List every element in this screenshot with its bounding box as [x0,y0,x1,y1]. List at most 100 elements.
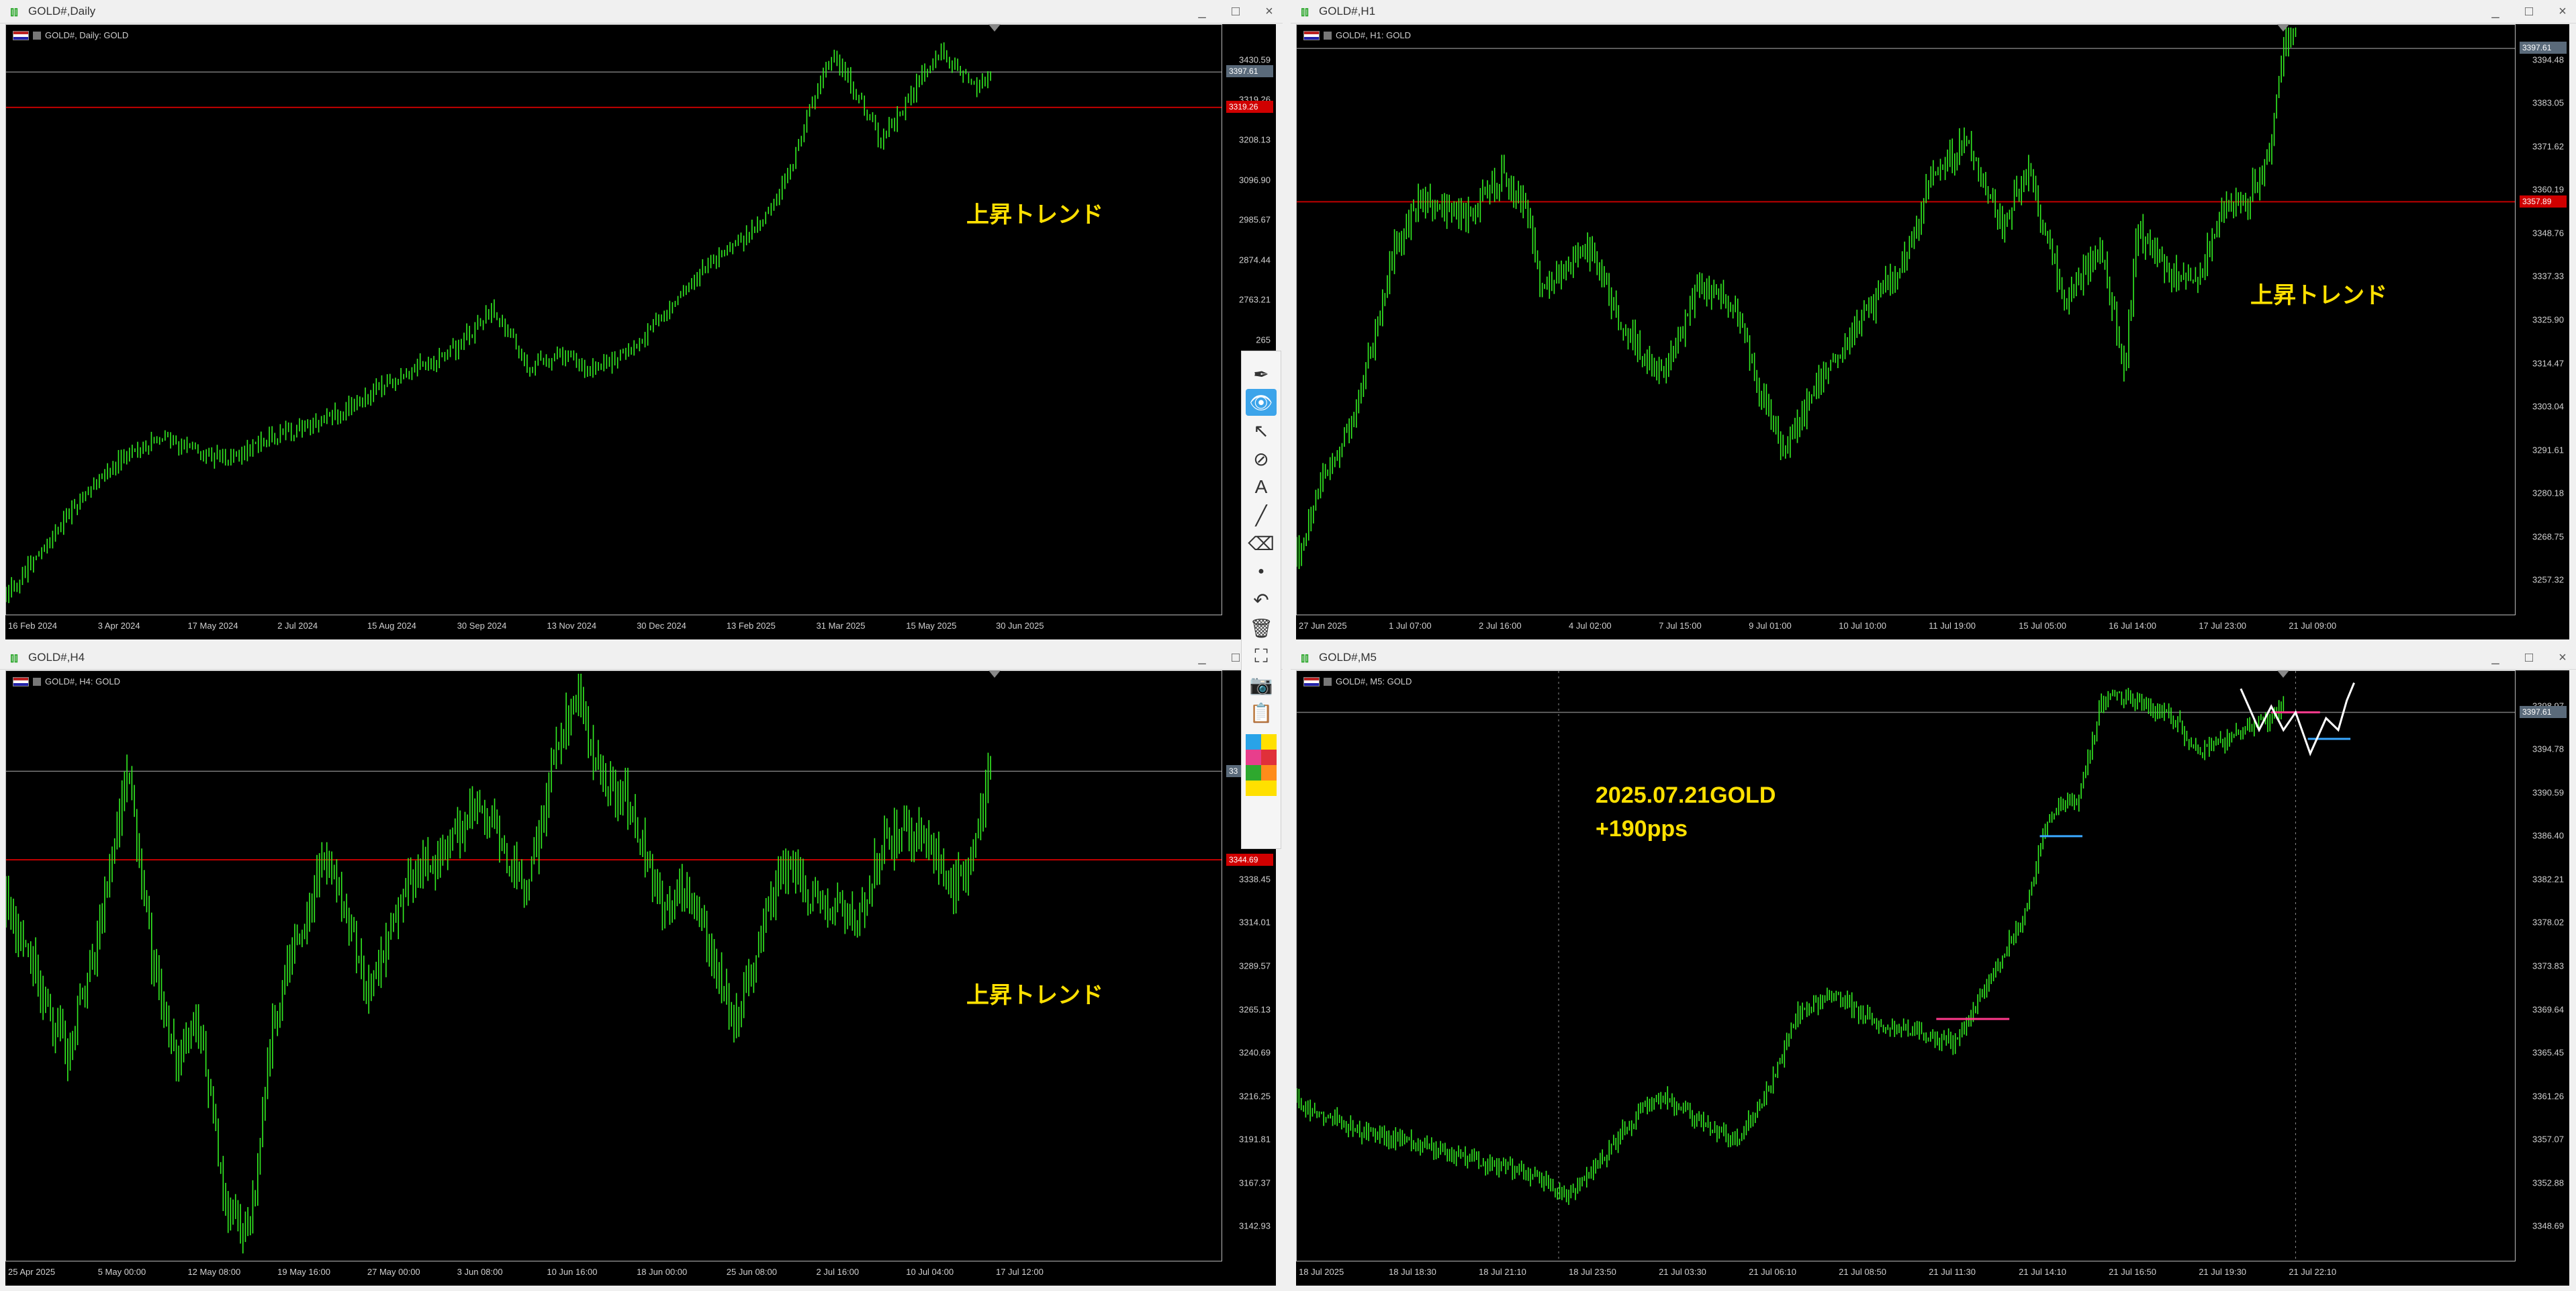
time-scale[interactable]: 18 Jul 2025 18 Jul 18:30 18 Jul 21:10 18 Ju… [1296,1261,2516,1286]
eye-icon[interactable]: 👁 [1246,389,1277,416]
chart-window-title: GOLD#,M5 [1319,651,1377,664]
time-tick-label: 4 Jul 02:00 [1569,621,1612,631]
price-plot[interactable]: GOLD#, M5: GOLD 2025.07.21GOLD +190pps [1296,670,2516,1261]
minimize-icon[interactable]: _ [2489,650,2502,666]
level-price-tag: 3319.26 [1226,101,1273,114]
undo-icon[interactable]: ↶ [1246,586,1277,613]
minimize-icon[interactable]: _ [1195,650,1209,666]
chart-shift-icon[interactable] [2277,670,2289,678]
time-tick-label: 15 May 2025 [906,621,957,631]
close-icon[interactable]: × [2556,650,2569,666]
candlestick-series [1297,28,2515,570]
text-tool-icon[interactable]: A [1246,474,1277,500]
trend-annotation[interactable]: 上昇トレンド [966,196,1103,229]
trade-annotation[interactable]: 2025.07.21GOLD +190pps [1596,778,1776,846]
time-tick-label: 17 Jul 23:00 [2199,621,2247,631]
time-tick-label: 27 Jun 2025 [1299,621,1347,631]
color-swatch[interactable] [1261,750,1277,765]
line-tool-icon[interactable]: ╱ [1246,502,1277,529]
color-swatch[interactable] [1246,734,1261,750]
color-swatch[interactable] [1246,765,1261,781]
minimize-icon[interactable]: _ [2489,4,2502,19]
no-draw-icon[interactable]: ⊘ [1246,445,1277,472]
chart-window-titlebar[interactable]: ⫾⫾ GOLD#,Daily _ □ × [0,0,1283,24]
maximize-icon[interactable]: □ [1229,4,1242,19]
maximize-icon[interactable]: □ [1229,650,1242,666]
time-tick-label: 21 Jul 11:30 [1929,1267,1976,1277]
price-scale[interactable]: 3394.48 3383.05 3371.62 3360.19 3348.76 3337.… [2516,24,2569,615]
price-tick-label: 3303.04 [2532,401,2564,412]
chart-shift-icon[interactable] [988,24,1001,32]
maximize-icon[interactable]: □ [2522,4,2536,19]
chart-symbol-label: GOLD#, Daily: GOLD [13,30,128,40]
chart-window-titlebar[interactable]: ⫾⫾ GOLD#,M5 _ □ × [1291,646,2576,670]
trash-icon[interactable]: 🗑 [1246,615,1277,641]
dot-icon[interactable]: ● [1246,558,1277,585]
price-tick-label: 3386.40 [2532,830,2564,841]
price-tick-label: 2985.67 [1239,214,1271,225]
price-tick-label: 3142.93 [1239,1220,1271,1231]
color-swatch[interactable] [1261,765,1277,781]
pen-icon[interactable]: ✒ [1246,361,1277,388]
price-tick-label: 3289.57 [1239,961,1271,971]
basket-icon[interactable]: ⛶ [1246,643,1277,670]
chart-window-h1[interactable]: ⫾⫾ GOLD#,H1 _ □ × GOLD#, H1: GOLD 上昇トレンド… [1291,0,2576,645]
one-click-trading-icon[interactable] [33,677,41,686]
time-tick-label: 15 Aug 2024 [367,621,416,631]
chart-window-titlebar[interactable]: ⫾⫾ GOLD#,H1 _ □ × [1291,0,2576,24]
price-tick-label: 3361.26 [2532,1091,2564,1102]
one-click-trading-icon[interactable] [1324,31,1332,40]
price-plot[interactable]: GOLD#, H4: GOLD 上昇トレンド [5,670,1222,1261]
close-icon[interactable]: × [2556,4,2569,19]
flag-icon [1303,676,1320,686]
chart-area[interactable]: GOLD#, M5: GOLD 2025.07.21GOLD +190pps 3… [1296,670,2569,1286]
close-icon[interactable]: × [1262,4,1276,19]
eraser-icon[interactable]: ⌫ [1246,530,1277,557]
color-swatch[interactable] [1261,734,1277,750]
price-plot[interactable]: GOLD#, H1: GOLD 上昇トレンド [1296,24,2516,615]
drawing-toolbar[interactable]: ✒ 👁 ↖ ⊘ A ╱ ⌫ ● ↶ 🗑 ⛶ 📷 📋 [1241,351,1281,849]
chart-area[interactable]: GOLD#, H1: GOLD 上昇トレンド 3394.48 3383.05 337… [1296,24,2569,639]
chart-shift-icon[interactable] [988,670,1001,678]
arrow-cursor-icon[interactable]: ↖ [1246,417,1277,444]
chart-window-titlebar[interactable]: ⫾⫾ GOLD#,H4 _ □ × [0,646,1283,670]
color-swatch[interactable] [1246,750,1261,765]
price-tick-label: 3314.47 [2532,358,2564,369]
one-click-trading-icon[interactable] [33,31,41,40]
price-tick-label: 265 [1256,335,1271,345]
color-swatch[interactable] [1246,781,1261,796]
price-tick-label: 3291.61 [2532,445,2564,455]
price-tick-label: 3338.45 [1239,874,1271,885]
minimize-icon[interactable]: _ [1195,4,1209,19]
chart-window-m5[interactable]: ⫾⫾ GOLD#,M5 _ □ × GOLD#, M5: GOLD 2025.0… [1291,646,2576,1291]
camera-icon[interactable]: 📷 [1246,671,1277,698]
clipboard-icon[interactable]: 📋 [1246,699,1277,726]
time-tick-label: 11 Jul 19:00 [1929,621,1976,631]
price-tick-label: 3365.45 [2532,1047,2564,1058]
chart-window-h4[interactable]: ⫾⫾ GOLD#,H4 _ □ × GOLD#, H4: GOLD 上昇トレンド… [0,646,1283,1291]
trend-annotation[interactable]: 上昇トレンド [2250,277,2387,310]
chart-window-daily[interactable]: ⫾⫾ GOLD#,Daily _ □ × GOLD#, Daily: GOLD … [0,0,1283,645]
bid-price-tag: 3397.61 [2520,42,2567,54]
time-tick-label: 18 Jul 18:30 [1389,1267,1436,1277]
time-scale[interactable]: 27 Jun 2025 1 Jul 07:00 2 Jul 16:00 4 Jul 0… [1296,615,2516,639]
price-scale[interactable]: 3398.973394.783390.593386.403382.213378.… [2516,670,2569,1261]
chart-symbol-label: GOLD#, M5: GOLD [1303,676,1412,686]
symbol-label-text: GOLD#, M5: GOLD [1336,676,1412,686]
color-swatch[interactable] [1261,781,1277,796]
time-scale[interactable]: 25 Apr 2025 5 May 00:00 12 May 08:00 19 May… [5,1261,1222,1286]
price-plot[interactable]: GOLD#, Daily: GOLD 上昇トレンド [5,24,1222,615]
flag-icon [13,30,29,40]
one-click-trading-icon[interactable] [1324,677,1332,686]
time-tick-label: 18 Jul 2025 [1299,1267,1344,1277]
time-tick-label: 2 Jul 2024 [277,621,318,631]
time-scale[interactable]: 16 Feb 2024 3 Apr 2024 17 May 2024 2 Jul 20… [5,615,1222,639]
chart-area[interactable]: GOLD#, H4: GOLD 上昇トレンド 343433333338.4533… [5,670,1276,1286]
time-tick-label: 21 Jul 03:30 [1659,1267,1706,1277]
maximize-icon[interactable]: □ [2522,650,2536,666]
chart-area[interactable]: GOLD#, Daily: GOLD 上昇トレンド 3430.59 3319.26… [5,24,1276,639]
chart-shift-icon[interactable] [2277,24,2289,32]
trend-annotation[interactable]: 上昇トレンド [966,977,1103,1010]
price-tick-label: 3337.33 [2532,271,2564,281]
hand-drawn-zigzag[interactable] [2240,682,2355,756]
